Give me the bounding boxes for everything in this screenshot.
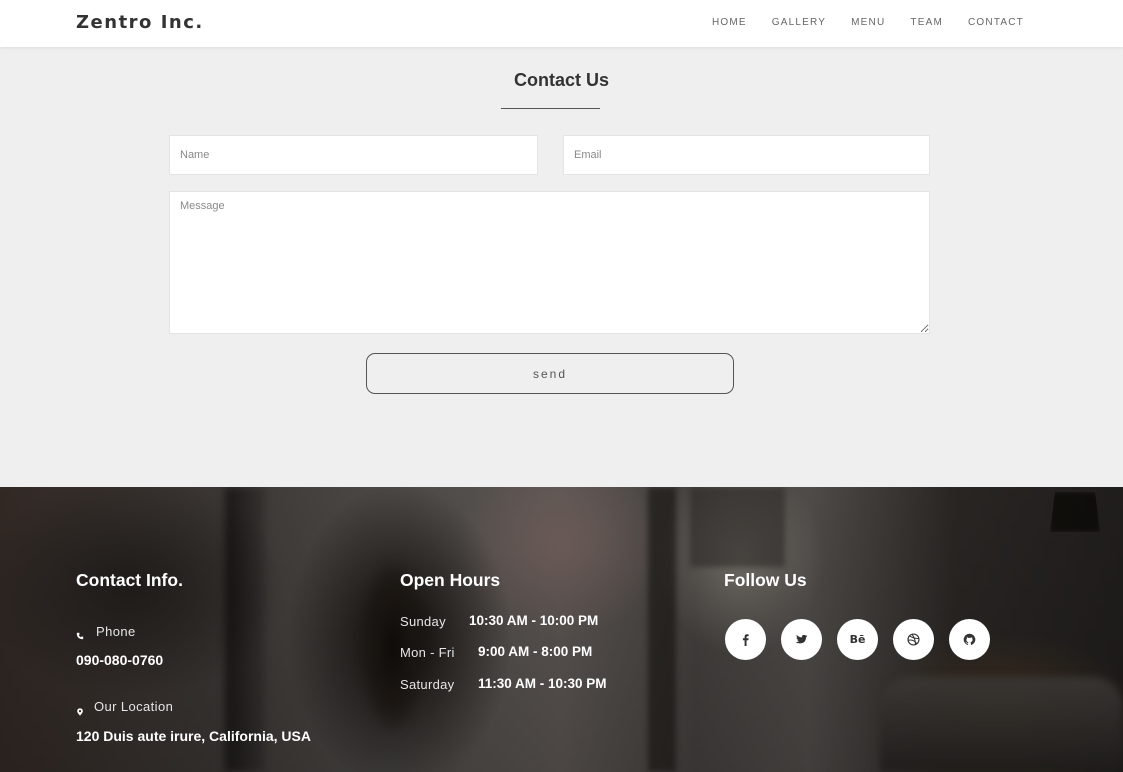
nav-link-home[interactable]: HOME <box>712 17 747 28</box>
phone-value: 090-080-0760 <box>76 652 164 668</box>
contact-info-heading: Contact Info. <box>76 570 183 590</box>
map-marker-icon <box>76 703 84 716</box>
hours-time: 11:30 AM - 10:30 PM <box>478 676 607 691</box>
hours-day: Saturday <box>400 677 455 692</box>
location-label: Our Location <box>94 699 174 714</box>
footer-content: Contact Info. Phone 090-080-0760 Our Loc… <box>0 487 1123 772</box>
send-button[interactable]: send <box>366 353 734 394</box>
behance-button[interactable]: Bē <box>837 619 878 660</box>
nav-link-gallery[interactable]: GALLERY <box>772 17 826 28</box>
phone-icon <box>76 627 84 640</box>
dribbble-button[interactable] <box>893 619 934 660</box>
navbar: Zentro Inc. HOME GALLERY MENU TEAM CONTA… <box>0 0 1123 47</box>
hours-time: 10:30 AM - 10:00 PM <box>469 613 599 628</box>
phone-label: Phone <box>96 624 136 639</box>
github-icon <box>963 633 976 645</box>
follow-us-heading: Follow Us <box>724 570 807 590</box>
behance-icon: Bē <box>849 633 866 646</box>
open-hours-heading: Open Hours <box>400 570 501 590</box>
github-button[interactable] <box>949 619 990 660</box>
email-field[interactable] <box>563 135 930 175</box>
message-field[interactable] <box>169 191 930 334</box>
footer: Contact Info. Phone 090-080-0760 Our Loc… <box>0 487 1123 772</box>
nav-link-team[interactable]: TEAM <box>910 17 943 28</box>
twitter-button[interactable] <box>781 619 822 660</box>
brand-logo[interactable]: Zentro Inc. <box>76 12 204 33</box>
hours-day: Sunday <box>400 614 446 629</box>
name-field[interactable] <box>169 135 538 175</box>
facebook-icon <box>742 634 749 646</box>
section-title: Contact Us <box>513 70 609 90</box>
nav-links: HOME GALLERY MENU TEAM CONTACT <box>687 17 1024 28</box>
hours-time: 9:00 AM - 8:00 PM <box>478 644 593 659</box>
twitter-icon <box>795 634 808 644</box>
facebook-button[interactable] <box>725 619 766 660</box>
dribbble-icon <box>907 633 920 646</box>
hours-day: Mon - Fri <box>400 645 455 660</box>
location-value: 120 Duis aute irure, California, USA <box>76 728 311 744</box>
nav-link-contact[interactable]: CONTACT <box>968 17 1024 28</box>
nav-link-menu[interactable]: MENU <box>851 17 885 28</box>
title-underline <box>501 108 600 109</box>
